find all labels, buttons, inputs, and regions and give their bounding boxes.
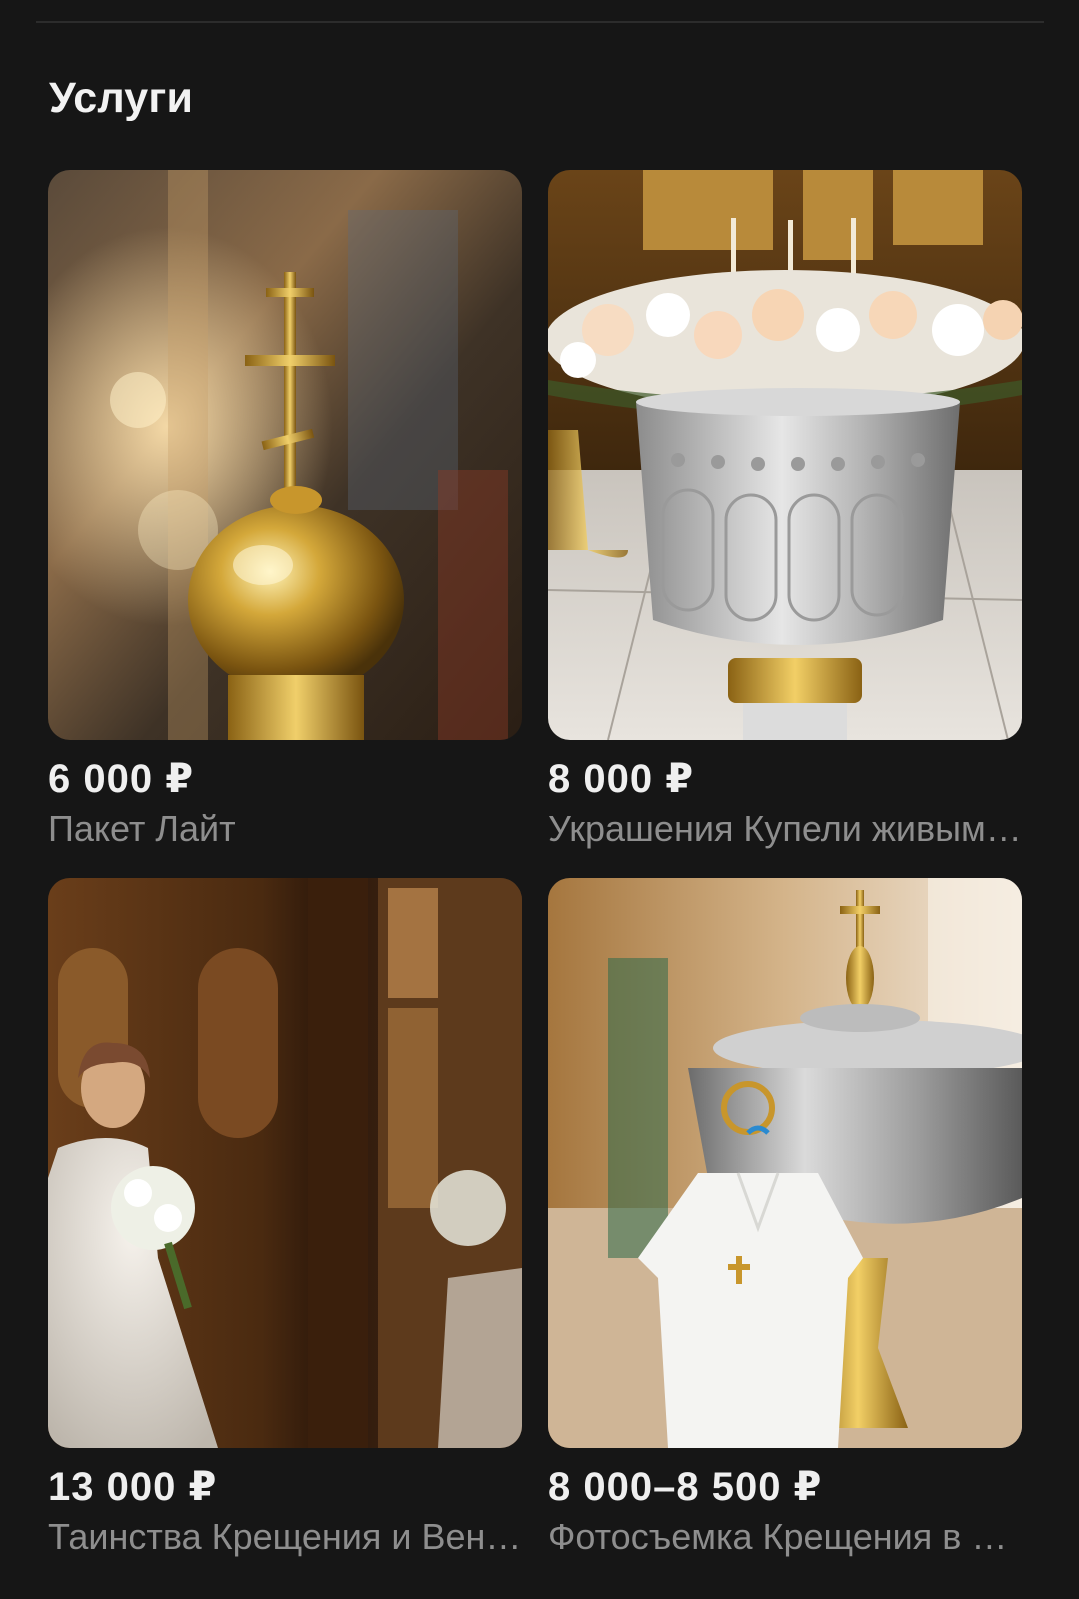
service-card-4[interactable]: 8 000–8 500 ₽ Фотосъемка Крещения в храм… <box>548 878 1022 1558</box>
service-name: Фотосъемка Крещения в храме <box>548 1516 1022 1557</box>
service-photo-1 <box>48 170 522 740</box>
service-price: 8 000 ₽ <box>548 757 695 801</box>
service-card-2[interactable]: 8 000 ₽ Украшения Купели живыми цветами <box>548 170 1022 850</box>
service-name: Таинства Крещения и Венчания <box>48 1516 522 1557</box>
section-title: Услуги <box>49 74 194 122</box>
service-card-3[interactable]: 13 000 ₽ Таинства Крещения и Венчания <box>48 878 522 1558</box>
service-photo-4 <box>548 878 1022 1448</box>
top-divider <box>36 21 1044 23</box>
service-card-1[interactable]: 6 000 ₽ Пакет Лайт <box>48 170 522 850</box>
service-price: 13 000 ₽ <box>48 1465 218 1509</box>
service-photo-2 <box>548 170 1022 740</box>
service-name: Пакет Лайт <box>48 808 236 849</box>
service-price: 6 000 ₽ <box>48 757 195 801</box>
service-photo-3 <box>48 878 522 1448</box>
service-name: Украшения Купели живыми цветами <box>548 808 1022 849</box>
service-price: 8 000–8 500 ₽ <box>548 1465 823 1509</box>
